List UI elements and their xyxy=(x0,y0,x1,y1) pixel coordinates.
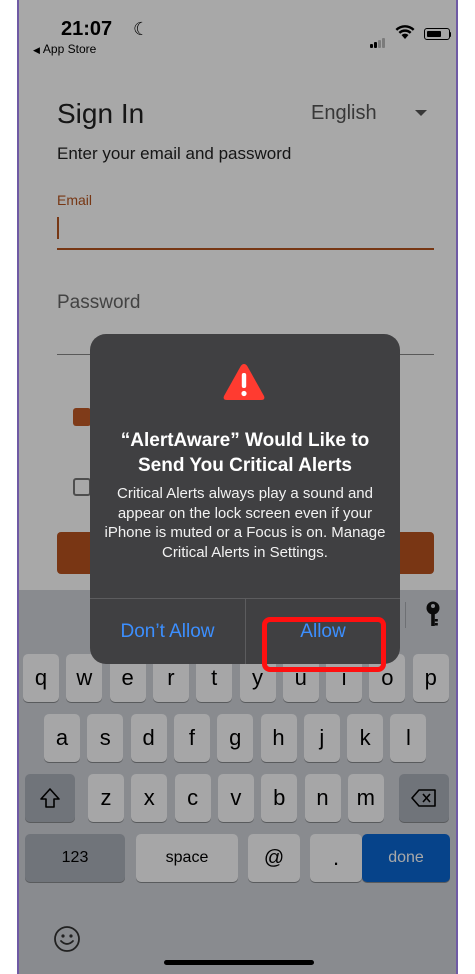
warning-icon xyxy=(223,364,265,400)
outer-margin-left xyxy=(0,0,17,974)
critical-alerts-permission-dialog: “AlertAware” Would Like to Send You Crit… xyxy=(90,334,400,664)
frame-border-right xyxy=(456,0,458,974)
dont-allow-button[interactable]: Don’t Allow xyxy=(90,599,245,664)
allow-button-highlight xyxy=(262,617,386,672)
frame-border-left xyxy=(17,0,19,974)
outer-margin-right xyxy=(458,0,475,974)
phone-screen: 21:07 ☾ ◀ App Store Sign In English Enter… xyxy=(0,0,475,974)
dialog-title: “AlertAware” Would Like to Send You Crit… xyxy=(120,430,370,476)
dialog-message: Critical Alerts always play a sound and … xyxy=(104,485,386,561)
